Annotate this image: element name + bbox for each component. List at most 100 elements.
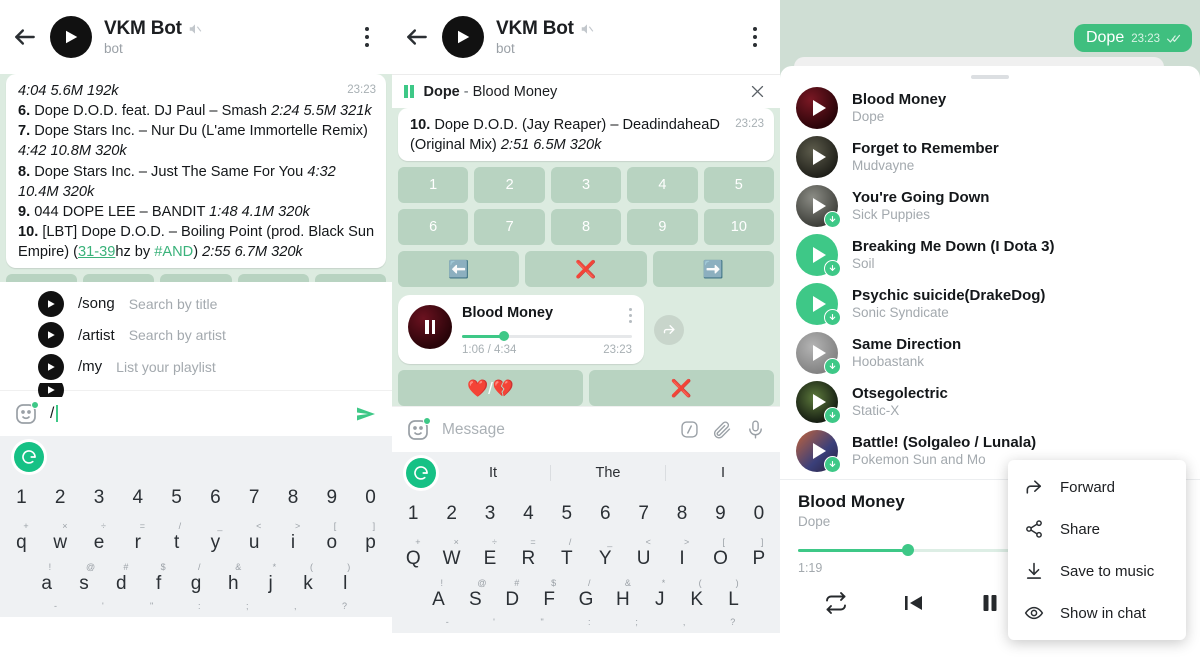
grammarly-icon[interactable] — [406, 458, 436, 488]
keypad-button-1[interactable]: 1 — [6, 274, 78, 282]
keypad-button-6[interactable]: 6 — [398, 209, 469, 246]
key-6[interactable]: 6 — [196, 488, 235, 507]
key-6[interactable]: 6 — [586, 504, 624, 523]
pause-icon[interactable] — [404, 85, 414, 98]
key-k[interactable]: (k — [289, 563, 326, 594]
key-u[interactable]: < u — [235, 522, 274, 553]
list-item-partial[interactable] — [0, 382, 392, 397]
key-0[interactable]: 0 — [740, 504, 778, 523]
list-item[interactable]: Blood Money Dope — [780, 83, 1200, 132]
key-7[interactable]: 7 — [235, 488, 274, 507]
list-item[interactable]: /my List your playlist — [0, 351, 392, 383]
key-2[interactable]: 2 — [41, 488, 80, 507]
key-y[interactable]: _ Y — [586, 538, 624, 569]
suggestion-2[interactable]: The — [550, 465, 665, 481]
key-7[interactable]: 7 — [624, 504, 662, 523]
repeat-icon[interactable] — [798, 591, 875, 615]
list-item[interactable]: You're Going Down Sick Puppies — [780, 181, 1200, 230]
key-e[interactable]: ÷ E — [471, 538, 509, 569]
key-9[interactable]: 9 — [701, 504, 739, 523]
key-q[interactable]: + q — [2, 522, 41, 553]
microphone-icon[interactable] — [745, 419, 766, 440]
key-8[interactable]: 8 — [274, 488, 313, 507]
close-button[interactable]: ❌ — [589, 370, 774, 406]
key-l[interactable]: ) l — [327, 563, 364, 594]
download-badge-icon[interactable] — [824, 308, 841, 326]
keypad-button-3[interactable]: 3 — [160, 274, 232, 282]
avatar[interactable] — [50, 16, 92, 58]
key-3[interactable]: 3 — [80, 488, 119, 507]
key-p[interactable]: ] P — [740, 538, 778, 569]
key-h[interactable]: & H — [604, 579, 641, 610]
slash-command-icon[interactable] — [679, 419, 700, 440]
key-3[interactable]: 3 — [471, 504, 509, 523]
key-e[interactable]: ÷ e — [80, 522, 119, 553]
suggestion-3[interactable]: I — [665, 465, 780, 481]
key-o[interactable]: [O — [701, 538, 739, 569]
kebab-menu-icon[interactable] — [744, 24, 766, 50]
list-item[interactable]: /song Search by title — [0, 288, 392, 320]
key-a[interactable]: ! A — [420, 579, 457, 610]
key-9[interactable]: 9 — [312, 488, 351, 507]
key-8[interactable]: 8 — [663, 504, 701, 523]
menu-item-forward[interactable]: Forward — [1008, 466, 1186, 508]
back-arrow-icon[interactable] — [12, 24, 38, 50]
key-2[interactable]: 2 — [432, 504, 470, 523]
chat-scroll-area[interactable]: 23:23 4:04 5.6M 192k 6. Dope D.O.D. feat… — [0, 74, 392, 282]
list-item[interactable]: Otsegolectric Static-X — [780, 377, 1200, 426]
send-icon[interactable] — [354, 402, 378, 426]
emoji-smiley-icon[interactable] — [14, 400, 39, 426]
keypad-button-7[interactable]: 7 — [474, 209, 545, 246]
list-item[interactable]: /artist Search by artist — [0, 320, 392, 352]
key-f[interactable]: $ F — [531, 579, 568, 610]
close-icon[interactable] — [749, 83, 766, 100]
sheet-drag-handle[interactable] — [971, 75, 1009, 79]
download-badge-icon[interactable] — [824, 357, 841, 375]
album-art[interactable] — [796, 429, 841, 473]
keypad-button-2[interactable]: 2 — [474, 167, 545, 204]
key-r[interactable]: = r — [118, 522, 157, 553]
hashtag-link[interactable]: #AND — [154, 244, 193, 260]
now-playing-strip[interactable]: Dope - Blood Money — [392, 74, 780, 108]
keypad-button-8[interactable]: 8 — [550, 209, 622, 246]
list-item[interactable]: Psychic suicide(DrakeDog) Sonic Syndicat… — [780, 279, 1200, 328]
album-art[interactable] — [796, 233, 841, 277]
download-badge-icon[interactable] — [824, 455, 841, 473]
key-5[interactable]: 5 — [157, 488, 196, 507]
message-input-field[interactable]: Message — [442, 421, 667, 439]
keypad-button-3[interactable]: 3 — [550, 167, 622, 204]
key-4[interactable]: 4 — [509, 504, 547, 523]
key-1[interactable]: 1 — [394, 504, 432, 523]
keypad-button-2[interactable]: 2 — [83, 274, 155, 282]
key-u[interactable]: < U — [624, 538, 662, 569]
key-i[interactable]: > I — [663, 538, 701, 569]
key-0[interactable]: 0 — [351, 488, 390, 507]
cancel-button[interactable]: ❌ — [525, 251, 647, 288]
key-r[interactable]: = R — [509, 538, 547, 569]
keypad-button-9[interactable]: 9 — [627, 209, 698, 246]
key-j[interactable]: * J — [641, 579, 678, 610]
key-w[interactable]: × W — [432, 538, 470, 569]
list-item[interactable]: Same Direction Hoobastank — [780, 328, 1200, 377]
forward-arrow-icon[interactable] — [654, 314, 684, 345]
back-arrow-icon[interactable] — [404, 24, 430, 50]
key-t[interactable]: / T — [548, 538, 586, 569]
outgoing-message-bubble[interactable]: Dope 23:23 — [1073, 24, 1192, 52]
download-badge-icon[interactable] — [824, 406, 841, 424]
album-art[interactable] — [796, 135, 838, 178]
keypad-button-10[interactable]: 10 — [703, 209, 775, 246]
key-q[interactable]: + Q — [394, 538, 432, 569]
key-g[interactable]: / G — [568, 579, 605, 610]
paperclip-icon[interactable] — [712, 419, 733, 440]
download-badge-icon[interactable] — [824, 259, 841, 277]
album-art[interactable] — [796, 282, 841, 326]
key-f[interactable]: $ f — [140, 563, 177, 594]
key-t[interactable]: / t — [157, 522, 196, 553]
menu-item-save-to-music[interactable]: Save to music — [1008, 550, 1186, 592]
like-button[interactable]: ❤️/💔 — [398, 370, 583, 406]
previous-track-icon[interactable] — [875, 591, 952, 615]
kebab-menu-icon[interactable] — [356, 24, 378, 50]
keypad-button-5[interactable]: 5 — [703, 167, 775, 204]
bot-message-bubble[interactable]: 23:23 10. Dope D.O.D. (Jay Reaper) – Dea… — [398, 108, 774, 162]
emoji-smiley-icon[interactable] — [406, 416, 431, 442]
